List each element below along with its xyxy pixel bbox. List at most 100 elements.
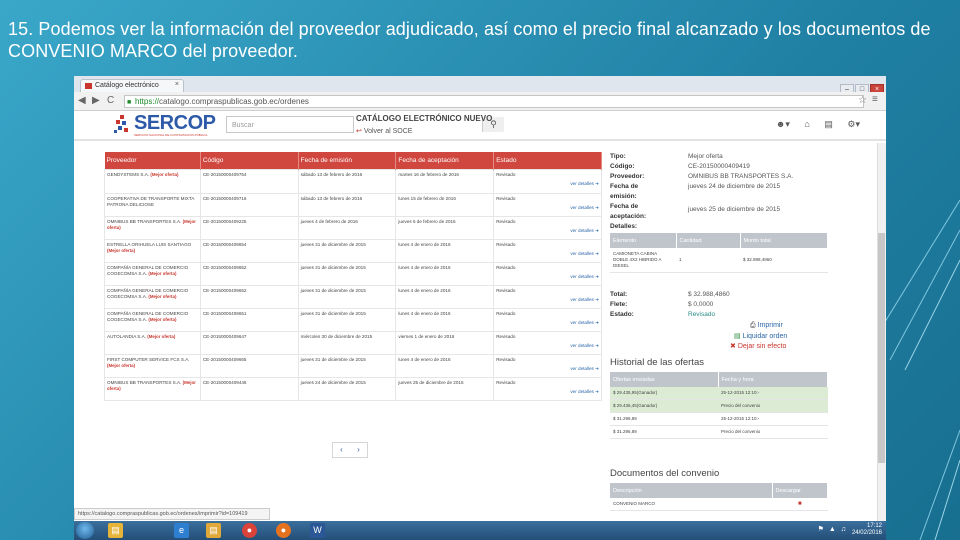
document-desc: CONVENIO MARCO [610, 498, 772, 511]
cancel-order-button[interactable]: ✖ Dejar sin efecto [730, 342, 786, 350]
decorative-lines [880, 200, 960, 540]
pagination: ‹ › [332, 442, 368, 458]
arrow-right-icon: ➜ [595, 319, 599, 325]
best-offer-tag: (Mejor oferta) [148, 293, 177, 299]
cell-status: Revisado ver detalles ➜ [493, 261, 602, 286]
view-details-link[interactable]: ver detalles ➜ [496, 181, 599, 187]
best-offer-tag: (Mejor oferta) [148, 316, 177, 322]
view-details-link[interactable]: ver detalles ➜ [496, 228, 599, 234]
cell-issued: sábado 13 de febrero de 2016 [297, 168, 397, 194]
arrow-right-icon: ➜ [595, 180, 599, 186]
windows-start-icon[interactable] [76, 522, 94, 539]
browser-tab[interactable]: Catálogo electrónico × [80, 79, 184, 92]
col-header-issued[interactable]: Fecha de emisión [298, 152, 397, 169]
ie-icon[interactable]: e [174, 523, 189, 538]
word-icon[interactable]: W [310, 523, 325, 538]
history-date: 25-12-2015 12:10:- [718, 387, 828, 400]
view-details-link[interactable]: ver detalles ➜ [496, 320, 599, 326]
cell-code: CE-20150000409651 [199, 307, 299, 332]
slide-caption: 15. Podemos ver la información del prove… [8, 19, 931, 61]
print-button[interactable]: ⎙ Imprimir [750, 322, 783, 330]
user-icon[interactable]: ☻▾ [776, 119, 790, 129]
browser-menu-icon[interactable]: ≡ [872, 94, 878, 105]
clock-time: 17:12 [866, 523, 882, 529]
col-header-provider[interactable]: Proveedor [104, 152, 201, 169]
header-icons: ☻▾ ⌂ ▤ ⚙▾ [776, 119, 860, 130]
settings-icon[interactable]: ⚙▾ [847, 119, 860, 129]
system-clock[interactable]: 17:12 24/02/2016 [852, 523, 882, 537]
cell-status: Revisado ver detalles ➜ [493, 284, 602, 309]
cell-provider: AUTOLANDIA S.A. (Mejor oferta) [104, 330, 201, 355]
table-row: COMPAÑÍA GENERAL DE COMERCIO COGECOMSA S… [104, 261, 602, 286]
items-col-total: Monto total [740, 233, 828, 248]
tipo-value: Mejor oferta [688, 153, 723, 160]
liquidate-button[interactable]: ▤ Liquidar orden [734, 332, 787, 340]
cell-status: Revisado ver detalles ➜ [493, 238, 602, 263]
cell-accepted: lunes 4 de enero de 2016 [395, 261, 495, 286]
cell-status: Revisado ver detalles ➜ [493, 330, 602, 355]
home-icon[interactable]: ⌂ [804, 119, 809, 129]
best-offer-tag: (Mejor oferta) [147, 333, 176, 339]
url-input[interactable]: ■ https://catalogo.compraspublicas.gob.e… [124, 95, 864, 108]
pager-next-icon[interactable]: › [350, 443, 367, 457]
items-col-element: Elemento [610, 233, 677, 248]
cart-icon[interactable]: ▤ [824, 119, 833, 129]
tab-close-icon[interactable]: × [175, 81, 179, 88]
cell-accepted: viernes 1 de enero de 2016 [395, 330, 495, 355]
col-header-accepted[interactable]: Fecha de aceptación [395, 152, 495, 169]
cell-accepted: lunes 4 de enero de 2016 [395, 353, 495, 378]
pdf-icon[interactable]: ■ [772, 498, 828, 511]
pager-prev-icon[interactable]: ‹ [333, 443, 350, 457]
file-icon: ▤ [734, 333, 743, 340]
tray-volume-icon[interactable]: ♫ [841, 526, 846, 533]
reload-icon[interactable]: C [107, 95, 114, 106]
tray-network-icon[interactable]: ▲ [829, 526, 836, 533]
cell-accepted: lunes 4 de enero de 2016 [395, 284, 495, 309]
arrow-right-icon: ➜ [595, 227, 599, 233]
back-to-soce-link[interactable]: ↩ Volver al SOCE [356, 127, 412, 135]
cell-issued: jueves 4 de febrero de 2016 [297, 215, 397, 240]
history-title: Historial de las ofertas [610, 357, 704, 368]
view-details-link[interactable]: ver detalles ➜ [496, 205, 599, 211]
back-icon[interactable]: ◀ [78, 95, 86, 106]
cell-code: CE-20150000409446 [199, 376, 299, 401]
history-col-offers: Ofertas enviadas [610, 372, 719, 387]
page-scrollbar[interactable] [877, 143, 886, 521]
view-details-link[interactable]: ver detalles ➜ [496, 366, 599, 372]
view-details-link[interactable]: ver detalles ➜ [496, 343, 599, 349]
firefox-icon[interactable]: ● [276, 523, 291, 538]
total-value: $ 32.988,4860 [688, 291, 730, 298]
back-arrow-icon: ↩ [356, 128, 364, 135]
view-details-link[interactable]: ver detalles ➜ [496, 251, 599, 257]
search-input[interactable]: Buscar ⚲ [226, 116, 504, 133]
cell-issued: miércoles 30 de diciembre de 2015 [297, 330, 397, 355]
arrow-right-icon: ➜ [595, 388, 599, 394]
fecha-emision-label-2: emisión: [610, 193, 637, 200]
cell-code: CE-20150000409754 [199, 168, 299, 194]
history-date: 25-12-2015 12:10:- [718, 412, 828, 426]
explorer-icon[interactable]: ▤ [108, 523, 123, 538]
bookmark-star-icon[interactable]: ☆ [858, 95, 867, 106]
table-row: $ 29.436,45(Ganador) Precio del convenio [610, 399, 828, 413]
close-icon: ✖ [730, 343, 738, 350]
favicon-icon [85, 83, 92, 89]
folder-icon[interactable]: ▤ [206, 523, 221, 538]
tray-flag-icon[interactable]: ⚑ [818, 526, 824, 533]
chrome-icon[interactable]: ● [242, 523, 257, 538]
col-header-status[interactable]: Estado [493, 152, 602, 169]
best-offer-tag: (Mejor oferta) [148, 270, 177, 276]
table-row: CONVENIO MARCO ■ [610, 498, 828, 511]
cell-issued: jueves 31 de diciembre de 2015 [297, 238, 397, 263]
history-col-date: Fecha y hora [718, 372, 828, 387]
view-details-link[interactable]: ver detalles ➜ [496, 389, 599, 395]
flete-label: Flete: [610, 301, 628, 308]
site-logo[interactable]: SERCOP [134, 112, 216, 135]
tipo-label: Tipo: [610, 153, 626, 160]
col-header-code[interactable]: Código [200, 152, 299, 169]
view-details-link[interactable]: ver detalles ➜ [496, 274, 599, 280]
url-text: catalogo.compraspublicas.gob.ec/ordenes [159, 97, 309, 106]
forward-icon[interactable]: ▶ [92, 95, 100, 106]
scrollbar-thumb[interactable] [878, 233, 885, 463]
view-details-link[interactable]: ver detalles ➜ [496, 297, 599, 303]
table-row: COOPERATIVA DE TRANSPORTE MIXTA PATRONA … [104, 192, 602, 217]
